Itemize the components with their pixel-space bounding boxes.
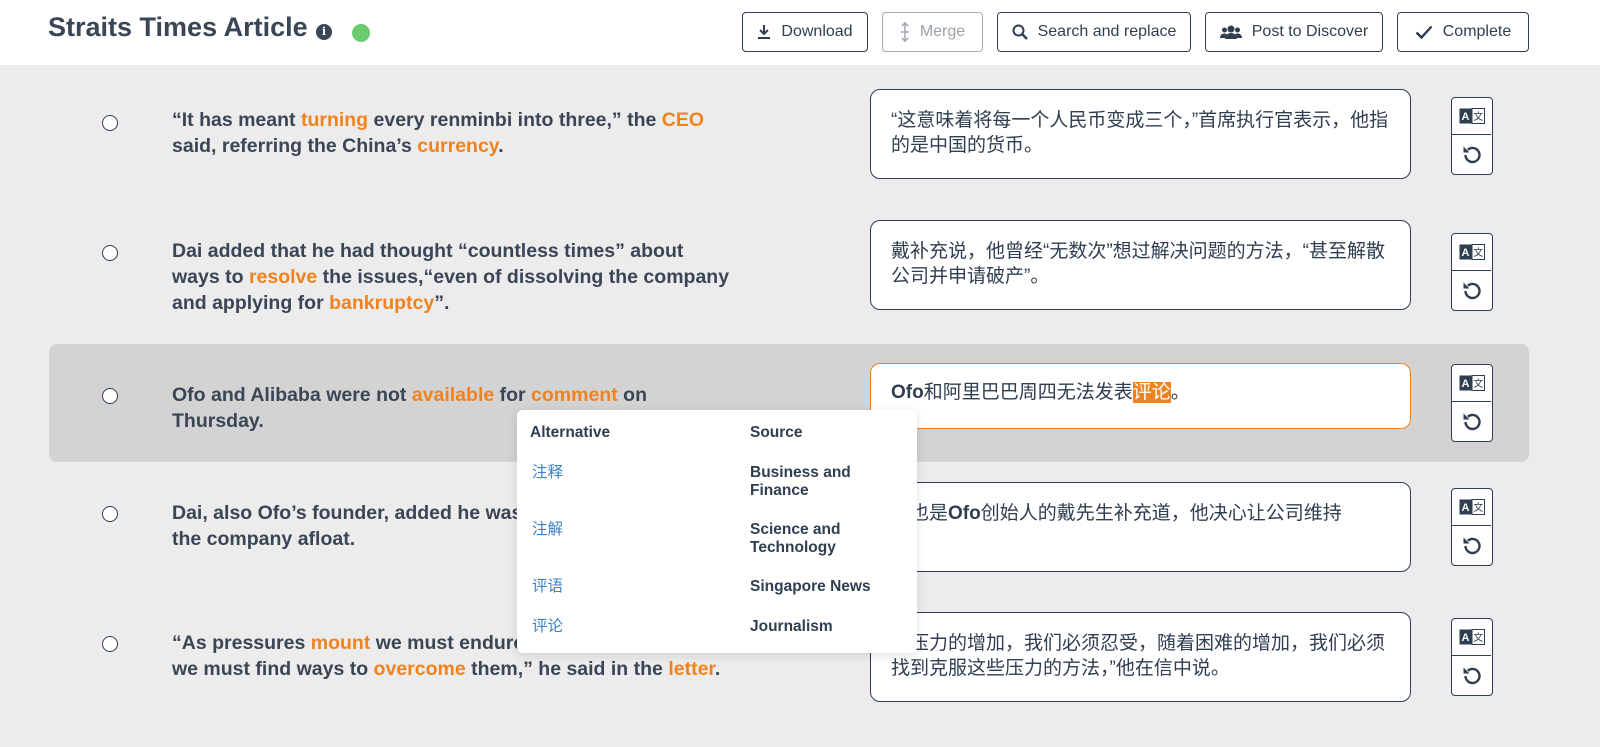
alternative-source: Science and Technology xyxy=(750,521,841,556)
segment-actions: A文 xyxy=(1451,364,1493,442)
segment-actions: A文 xyxy=(1451,618,1493,696)
download-button[interactable]: Download xyxy=(742,12,868,52)
translate-icon: A文 xyxy=(1459,375,1485,391)
translate-button[interactable]: A文 xyxy=(1452,489,1491,526)
svg-text:A: A xyxy=(1461,502,1469,514)
users-icon xyxy=(1219,25,1242,39)
translate-button[interactable]: A文 xyxy=(1452,619,1491,656)
page-title: Straits Times Article xyxy=(48,12,308,42)
term-highlight[interactable]: available xyxy=(412,384,494,406)
revert-button[interactable] xyxy=(1452,272,1491,309)
alternative-source: Business and Finance xyxy=(750,464,851,499)
svg-text:文: 文 xyxy=(1473,110,1483,123)
merge-label: Merge xyxy=(919,23,966,40)
alternative-option[interactable]: 注解 xyxy=(532,517,563,539)
svg-text:文: 文 xyxy=(1473,501,1483,514)
download-label: Download xyxy=(781,23,853,40)
svg-text:A: A xyxy=(1461,378,1469,390)
post-discover-label: Post to Discover xyxy=(1251,23,1369,40)
alternative-source: Journalism xyxy=(750,618,833,635)
alternatives-popup: Alternative Source 注释 Business and Finan… xyxy=(517,410,917,653)
segment-actions: A文 xyxy=(1451,233,1493,311)
alternative-source: Singapore News xyxy=(750,578,871,595)
search-replace-label: Search and replace xyxy=(1037,23,1177,40)
segment-select-radio[interactable] xyxy=(102,115,118,131)
status-indicator xyxy=(352,24,370,42)
translate-icon: A文 xyxy=(1459,108,1485,124)
source-text: “It has meant turning every renminbi int… xyxy=(172,109,705,157)
segment-actions: A文 xyxy=(1451,97,1493,175)
term-highlight[interactable]: resolve xyxy=(249,266,317,288)
revert-button[interactable] xyxy=(1452,657,1491,694)
undo-icon xyxy=(1463,413,1481,430)
selected-term[interactable]: 评论 xyxy=(1132,382,1171,403)
revert-button[interactable] xyxy=(1452,403,1491,440)
translate-button[interactable]: A文 xyxy=(1452,365,1491,402)
svg-text:A: A xyxy=(1461,247,1469,259)
search-replace-button[interactable]: Search and replace xyxy=(997,12,1191,52)
alternative-option[interactable]: 评论 xyxy=(532,614,563,636)
undo-icon xyxy=(1463,667,1481,684)
svg-text:文: 文 xyxy=(1473,631,1483,644)
undo-icon xyxy=(1463,282,1481,299)
info-icon[interactable]: i xyxy=(316,24,332,40)
alternative-header: Alternative xyxy=(530,424,611,441)
translate-button[interactable]: A文 xyxy=(1452,98,1491,135)
term-highlight[interactable]: currency xyxy=(417,135,498,157)
alternative-option[interactable]: 评语 xyxy=(532,574,563,596)
segment-select-radio[interactable] xyxy=(102,388,118,404)
svg-text:文: 文 xyxy=(1473,246,1483,259)
term-highlight[interactable]: overcome xyxy=(374,658,466,680)
svg-text:A: A xyxy=(1461,632,1469,644)
complete-label: Complete xyxy=(1442,23,1512,40)
check-icon xyxy=(1415,25,1433,39)
translate-icon: A文 xyxy=(1459,629,1485,645)
segment-row: Dai added that he had thought “countless… xyxy=(0,195,1600,345)
segment-select-radio[interactable] xyxy=(102,245,118,261)
segment-select-radio[interactable] xyxy=(102,506,118,522)
alternative-option[interactable]: 注释 xyxy=(532,460,563,482)
target-textbox[interactable]: Ofo和阿里巴巴周四无法发表评论。 xyxy=(870,363,1411,429)
translate-icon: A文 xyxy=(1459,244,1485,260)
revert-button[interactable] xyxy=(1452,136,1491,173)
complete-button[interactable]: Complete xyxy=(1397,12,1529,52)
post-discover-button[interactable]: Post to Discover xyxy=(1205,12,1383,52)
source-text: Dai added that he had thought “countless… xyxy=(172,240,730,314)
target-textbox[interactable]: 戴补充说，他曾经“无数次”想过解决问题的方法，“甚至解散公司并申请破产”。 xyxy=(870,220,1411,310)
undo-icon xyxy=(1463,537,1481,554)
term-highlight[interactable]: mount xyxy=(311,632,371,654)
target-textbox[interactable]: “这意味着将每一个人民币变成三个，”首席执行官表示，他指的是中国的货币。 xyxy=(870,89,1411,179)
source-header: Source xyxy=(750,424,803,441)
search-icon xyxy=(1012,24,1028,40)
segment-actions: A文 xyxy=(1451,488,1493,566)
translate-icon: A文 xyxy=(1459,499,1485,515)
segment-row: “It has meant turning every renminbi int… xyxy=(0,65,1600,195)
term-highlight[interactable]: CEO xyxy=(662,109,704,131)
svg-text:文: 文 xyxy=(1473,377,1483,390)
term-highlight[interactable]: turning xyxy=(301,109,368,131)
term-highlight[interactable]: bankruptcy xyxy=(329,292,434,314)
download-icon xyxy=(758,25,771,39)
term-highlight[interactable]: comment xyxy=(531,384,618,406)
top-bar: Straits Times Article i Download Merge S… xyxy=(0,0,1600,65)
merge-button[interactable]: Merge xyxy=(882,12,983,52)
target-textbox[interactable]: 着压力的增加，我们必须忍受，随着困难的增加，我们必须找到克服这些压力的方法，”他… xyxy=(870,612,1411,702)
merge-icon xyxy=(900,21,909,43)
segment-select-radio[interactable] xyxy=(102,636,118,652)
target-textbox[interactable]: 时也是Ofo创始人的戴先生补充道，他决心让公司维持去。 xyxy=(870,482,1411,572)
undo-icon xyxy=(1463,146,1481,163)
term-highlight[interactable]: letter xyxy=(668,658,715,680)
svg-text:A: A xyxy=(1461,111,1469,123)
translate-button[interactable]: A文 xyxy=(1452,234,1491,271)
revert-button[interactable] xyxy=(1452,527,1491,564)
